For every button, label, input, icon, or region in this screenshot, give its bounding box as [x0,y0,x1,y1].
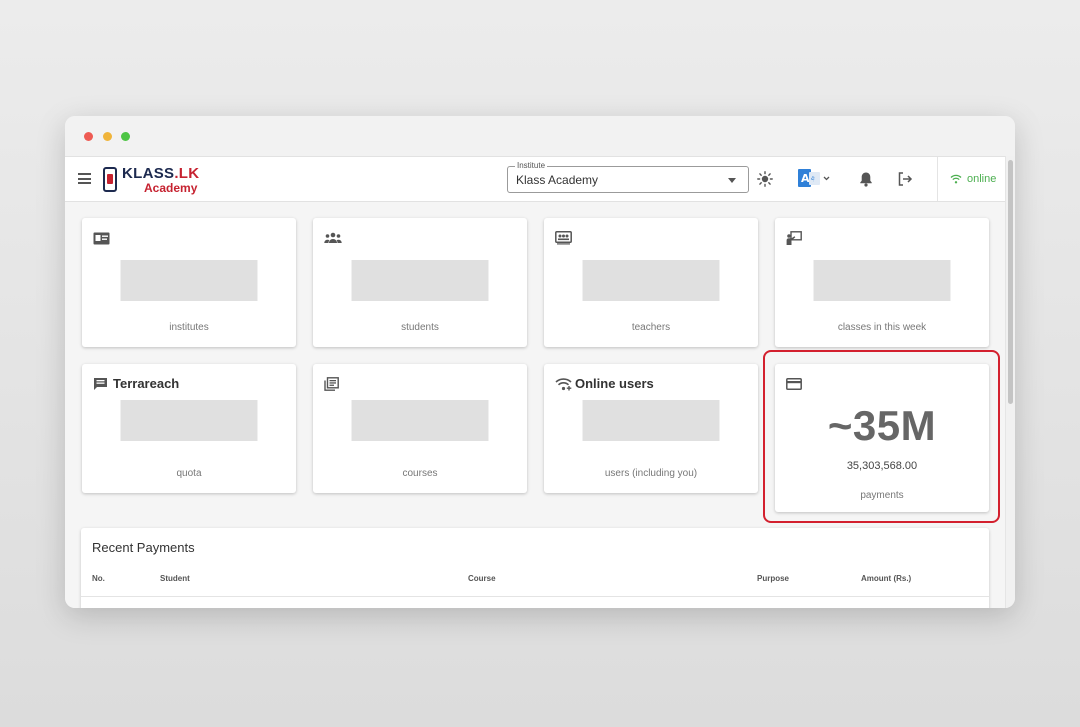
title-bar [65,116,1015,156]
stat-card-institutes[interactable]: institutes [82,218,296,347]
stat-caption: classes in this week [837,322,927,333]
logo-brand: KLASS [122,165,175,182]
value-placeholder [582,400,720,441]
stat-card-students[interactable]: students [313,218,527,347]
header-divider [81,596,989,597]
value-placeholder [351,400,489,441]
column-header-purpose[interactable]: Purpose [757,574,789,583]
column-header-course[interactable]: Course [468,574,496,583]
presenter-icon [786,230,804,246]
stat-caption: institutes [169,322,209,333]
value-placeholder [120,260,258,301]
stat-card-online-users[interactable]: Online users users (including you) [544,364,758,493]
stat-caption: teachers [631,322,671,333]
value-placeholder [813,260,951,301]
stat-caption: users (including you) [604,468,698,479]
institute-select[interactable]: Institute Klass Academy [507,161,749,193]
stat-caption: payments [860,490,904,501]
people-icon [324,230,342,246]
payments-amount: 35,303,568.00 [846,460,918,472]
board-icon [555,230,573,246]
translate-icon: A අ [798,169,830,187]
page-scrollbar[interactable] [1005,156,1015,608]
scroll-thumb[interactable] [1008,160,1013,404]
payments-big-value: ~35M [827,402,937,449]
id-card-icon [93,230,111,246]
stat-caption: quota [176,468,202,479]
logo-subtitle: Academy [144,181,198,195]
stat-title: Terrareach [113,376,180,391]
svg-text:අ: අ [811,175,815,182]
institute-label: Institute [515,161,548,170]
browser-window: KLASS.LK Academy Institute Klass Academy [65,116,1015,608]
app-bar: KLASS.LK Academy Institute Klass Academy [65,156,1005,202]
stat-card-payments[interactable]: ~35M 35,303,568.00 payments [775,364,989,512]
column-header-no[interactable]: No. [92,574,105,583]
value-placeholder [582,260,720,301]
stat-caption: students [401,322,439,333]
dashboard-content: institutes students teachers classes in … [65,202,1005,608]
stat-card-teachers[interactable]: teachers [544,218,758,347]
language-select[interactable]: A අ [797,169,833,189]
value-placeholder [351,260,489,301]
message-icon [93,376,111,392]
stat-card-classes[interactable]: classes in this week [775,218,989,347]
svg-text:A: A [801,172,810,185]
institute-value: Klass Academy [516,173,599,187]
stat-caption: courses [402,468,438,479]
library-icon [324,376,342,392]
wifi-icon [950,174,962,184]
logout-button[interactable] [895,169,915,189]
maximize-window-button[interactable] [121,132,130,141]
credit-card-icon [786,376,804,392]
recent-payments-panel: Recent Payments No. Student Course Purpo… [81,528,989,608]
stat-title: Online users [575,376,654,391]
menu-icon[interactable] [78,173,91,184]
theme-toggle-button[interactable] [755,169,775,189]
chevron-down-icon [728,178,736,183]
panel-title: Recent Payments [92,540,195,555]
column-header-amount[interactable]: Amount (Rs.) [861,574,911,583]
close-window-button[interactable] [84,132,93,141]
phone-logo-icon [103,167,117,192]
logout-icon [898,172,913,186]
column-header-student[interactable]: Student [160,574,190,583]
value-placeholder [120,400,258,441]
minimize-window-button[interactable] [103,132,112,141]
connection-status: online [937,157,996,201]
stat-card-terrareach[interactable]: Terrareach quota [82,364,296,493]
logo-suffix: .LK [174,165,200,182]
bell-icon [860,172,872,187]
status-text: online [967,173,997,185]
notifications-button[interactable] [856,169,876,189]
stat-card-courses[interactable]: courses [313,364,527,493]
wifi-add-icon [555,376,573,392]
sun-icon [757,171,773,187]
